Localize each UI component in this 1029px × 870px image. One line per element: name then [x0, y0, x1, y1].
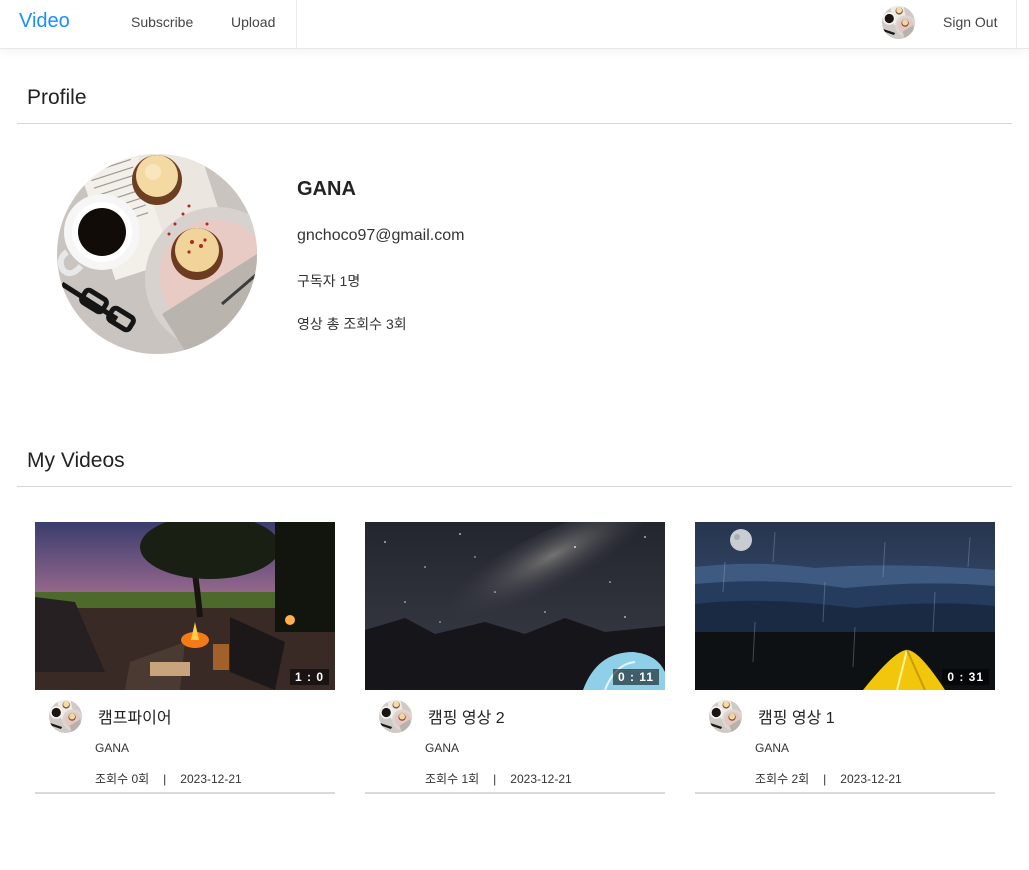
channel-avatar[interactable] [379, 700, 412, 733]
video-meta: 조회수 1회 | 2023-12-21 [425, 770, 572, 787]
meta-separator: | [163, 772, 167, 786]
video-duration: 0 : 11 [612, 669, 659, 685]
video-duration: 1 : 0 [289, 669, 329, 685]
video-title[interactable]: 캠프파이어 [98, 704, 172, 728]
subscriber-count: 구독자 1명 [297, 273, 361, 289]
top-navbar: Video Subscribe Upload Sign Out [0, 0, 1029, 49]
video-date: 2023-12-21 [180, 772, 242, 786]
video-meta: 조회수 0회 | 2023-12-21 [95, 770, 242, 787]
profile-section-title: Profile [27, 86, 87, 109]
user-avatar[interactable] [882, 6, 915, 39]
video-title[interactable]: 캠핑 영상 1 [758, 704, 835, 728]
total-view-count: 영상 총 조회수 3회 [297, 316, 407, 332]
video-views: 조회수 2회 [755, 772, 810, 786]
nav-divider [296, 0, 297, 49]
video-thumbnail-campfire[interactable]: 1 : 0 [35, 522, 335, 690]
video-duration: 0 : 31 [942, 669, 989, 685]
video-card: 1 : 0 캠프파이어 GANA 조회수 0회 | 2023-12-21 [35, 522, 335, 794]
section-divider [17, 486, 1012, 487]
channel-avatar[interactable] [49, 700, 82, 733]
brand-logo-link[interactable]: Video [19, 10, 70, 33]
sign-out-link[interactable]: Sign Out [943, 14, 997, 30]
nav-upload-link[interactable]: Upload [231, 14, 275, 30]
channel-avatar[interactable] [709, 700, 742, 733]
meta-separator: | [493, 772, 497, 786]
profile-name: GANA [297, 178, 356, 200]
video-author: GANA [425, 741, 460, 755]
video-title[interactable]: 캠핑 영상 2 [428, 704, 505, 728]
profile-photo [57, 154, 257, 354]
video-thumbnail-milky-way[interactable]: 0 : 11 [365, 522, 665, 690]
video-views: 조회수 0회 [95, 772, 150, 786]
my-videos-section-title: My Videos [27, 449, 125, 472]
video-card: 0 : 11 캠핑 영상 2 GANA 조회수 1회 | 2023-12-21 [365, 522, 665, 794]
video-meta: 조회수 2회 | 2023-12-21 [755, 770, 902, 787]
video-author: GANA [95, 741, 130, 755]
video-card: 0 : 31 캠핑 영상 1 GANA 조회수 2회 | 2023-12-21 [695, 522, 995, 794]
video-date: 2023-12-21 [840, 772, 902, 786]
section-divider [17, 123, 1012, 124]
video-views: 조회수 1회 [425, 772, 480, 786]
profile-email: gnchoco97@gmail.com [297, 227, 465, 244]
video-author: GANA [755, 741, 790, 755]
video-date: 2023-12-21 [510, 772, 572, 786]
nav-divider [1016, 0, 1017, 49]
meta-separator: | [823, 772, 827, 786]
nav-subscribe-link[interactable]: Subscribe [131, 14, 193, 30]
video-thumbnail-rainy-night[interactable]: 0 : 31 [695, 522, 995, 690]
